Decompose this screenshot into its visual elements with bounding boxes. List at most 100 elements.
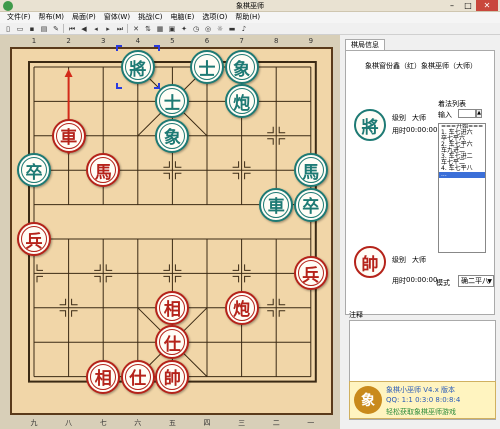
black-piece[interactable]: 卒 [293, 187, 328, 222]
first-icon[interactable]: ⏮ [67, 24, 77, 34]
piece-label: 仕 [129, 369, 147, 390]
position-marker [163, 275, 170, 283]
piece-label: 車 [60, 128, 78, 149]
position-marker [278, 126, 286, 134]
piece-label: 士 [198, 59, 216, 80]
last-icon[interactable]: ⏭ [115, 24, 125, 34]
black-piece[interactable]: 將 [120, 50, 155, 84]
menu-options[interactable]: 选项(O) [198, 12, 231, 23]
menu-computer[interactable]: 电脑(E) [166, 12, 198, 23]
edit-icon[interactable]: ✎ [51, 24, 61, 34]
piece-label: 兵 [25, 231, 43, 252]
black-level-label: 级别 [392, 114, 406, 122]
analyze-icon[interactable]: ◎ [203, 24, 213, 34]
piece-label: 象 [163, 128, 181, 149]
file-label-top: 1 [31, 37, 37, 45]
black-piece[interactable]: 車 [259, 187, 294, 222]
forward-icon[interactable]: ▸ [103, 24, 113, 34]
red-piece[interactable]: 相 [155, 290, 190, 325]
file-label-bottom: 三 [238, 419, 246, 427]
red-piece[interactable]: 炮 [224, 290, 259, 325]
menu-position[interactable]: 局面(P) [68, 12, 100, 23]
new-icon[interactable]: ▯ [3, 24, 13, 34]
position-marker [244, 264, 251, 271]
maximize-button[interactable]: □ [460, 0, 476, 11]
image-icon[interactable]: ▣ [167, 24, 177, 34]
sound-icon[interactable]: ♪ [239, 24, 249, 34]
position-marker [174, 275, 182, 283]
open-icon[interactable]: ▭ [15, 24, 25, 34]
file-label-bottom: 八 [65, 419, 73, 427]
back-icon[interactable]: ◂ [91, 24, 101, 34]
piece-label: 炮 [233, 300, 251, 321]
position-marker [59, 310, 67, 317]
position-marker [36, 275, 43, 283]
mode-select-value: 确二平八 [461, 277, 489, 285]
toolbar-separator [127, 24, 129, 33]
black-piece[interactable]: 象 [224, 50, 259, 84]
black-piece[interactable]: 馬 [293, 153, 328, 188]
banner-line-2: QQ: 1:1 0:3:0 8:0:8:4 [386, 396, 461, 404]
file-label-bottom: 一 [307, 419, 315, 427]
print-icon[interactable]: ▤ [39, 24, 49, 34]
hint-icon[interactable]: ☼ [215, 24, 225, 34]
save-icon[interactable]: ▪ [27, 24, 37, 34]
red-level-label: 级别 [392, 256, 406, 264]
red-piece[interactable]: 帥 [155, 359, 190, 394]
monitor-icon[interactable]: ▬ [227, 24, 237, 34]
piece-label: 車 [267, 197, 285, 218]
file-label-top: 9 [308, 37, 314, 45]
red-piece[interactable]: 兵 [293, 256, 328, 291]
black-piece[interactable]: 卒 [17, 153, 51, 188]
minimize-button[interactable]: – [444, 0, 460, 11]
file-label-bottom: 九 [30, 419, 38, 427]
black-player-piece: 將 [354, 109, 386, 141]
file-label-top: 2 [66, 37, 71, 45]
promo-banner[interactable]: 象 象棋小巫师 V4.x 版本 QQ: 1:1 0:3:0 8:0:8:4 轻松… [349, 381, 496, 419]
black-piece[interactable]: 炮 [224, 84, 259, 119]
menu-edit[interactable]: 帮布(M) [35, 12, 69, 23]
piece-label: 卒 [25, 162, 43, 183]
xiangqi-board[interactable]: 將士象士炮象車卒馬馬車卒兵兵相炮仕相仕帥 [10, 45, 333, 415]
menu-file[interactable]: 文件(F) [3, 12, 35, 23]
position-marker [232, 264, 240, 271]
prev-icon[interactable]: ◀ [79, 24, 89, 34]
move-spinner[interactable]: ▲ [476, 109, 482, 118]
selection-corner [153, 45, 160, 51]
black-piece[interactable]: 士 [190, 50, 224, 84]
move-list-item[interactable]: ... [439, 172, 485, 178]
title-bar: 象棋巫师 – □ ✕ [0, 0, 500, 12]
red-level: 大师 [412, 256, 426, 264]
clock-icon[interactable]: ◷ [191, 24, 201, 34]
menu-help[interactable]: 帮助(H) [231, 12, 264, 23]
file-label-top: 8 [273, 37, 279, 45]
black-piece[interactable]: 象 [155, 118, 190, 153]
move-list[interactable]: ===开始=== 1. 车七进六 卒七平六 2. 车七平六 车九进二 3. 车七进二 … [438, 123, 486, 253]
red-piece[interactable]: 車 [51, 118, 86, 153]
position-marker [105, 264, 113, 271]
tab-game-info[interactable]: 棋局信息 [345, 39, 385, 50]
menu-view[interactable]: 窗体(W) [100, 12, 134, 23]
think-icon[interactable]: ✦ [179, 24, 189, 34]
file-label-bottom: 六 [134, 419, 142, 427]
red-piece[interactable]: 相 [86, 359, 121, 394]
position-marker [278, 310, 286, 317]
position-marker [163, 161, 170, 168]
mode-select[interactable]: 确二平八 ▼ [458, 275, 494, 287]
selection-corner [115, 45, 122, 51]
file-label-bottom: 二 [272, 419, 280, 427]
piece-label: 士 [163, 93, 181, 114]
red-piece[interactable]: 兵 [17, 222, 51, 256]
delete-icon[interactable]: ✕ [131, 24, 141, 34]
piece-label: 炮 [233, 93, 251, 114]
board-icon[interactable]: ▦ [155, 24, 165, 34]
move-number-input[interactable] [458, 109, 476, 118]
movelist-label: 着法列表 [438, 100, 466, 108]
close-button[interactable]: ✕ [476, 0, 498, 11]
position-marker [105, 275, 113, 283]
menu-challenge[interactable]: 挑战(C) [134, 12, 166, 23]
piece-label: 帥 [163, 369, 181, 390]
red-piece[interactable]: 仕 [120, 359, 155, 394]
position-marker [94, 264, 101, 271]
flip-icon[interactable]: ⇅ [143, 24, 153, 34]
